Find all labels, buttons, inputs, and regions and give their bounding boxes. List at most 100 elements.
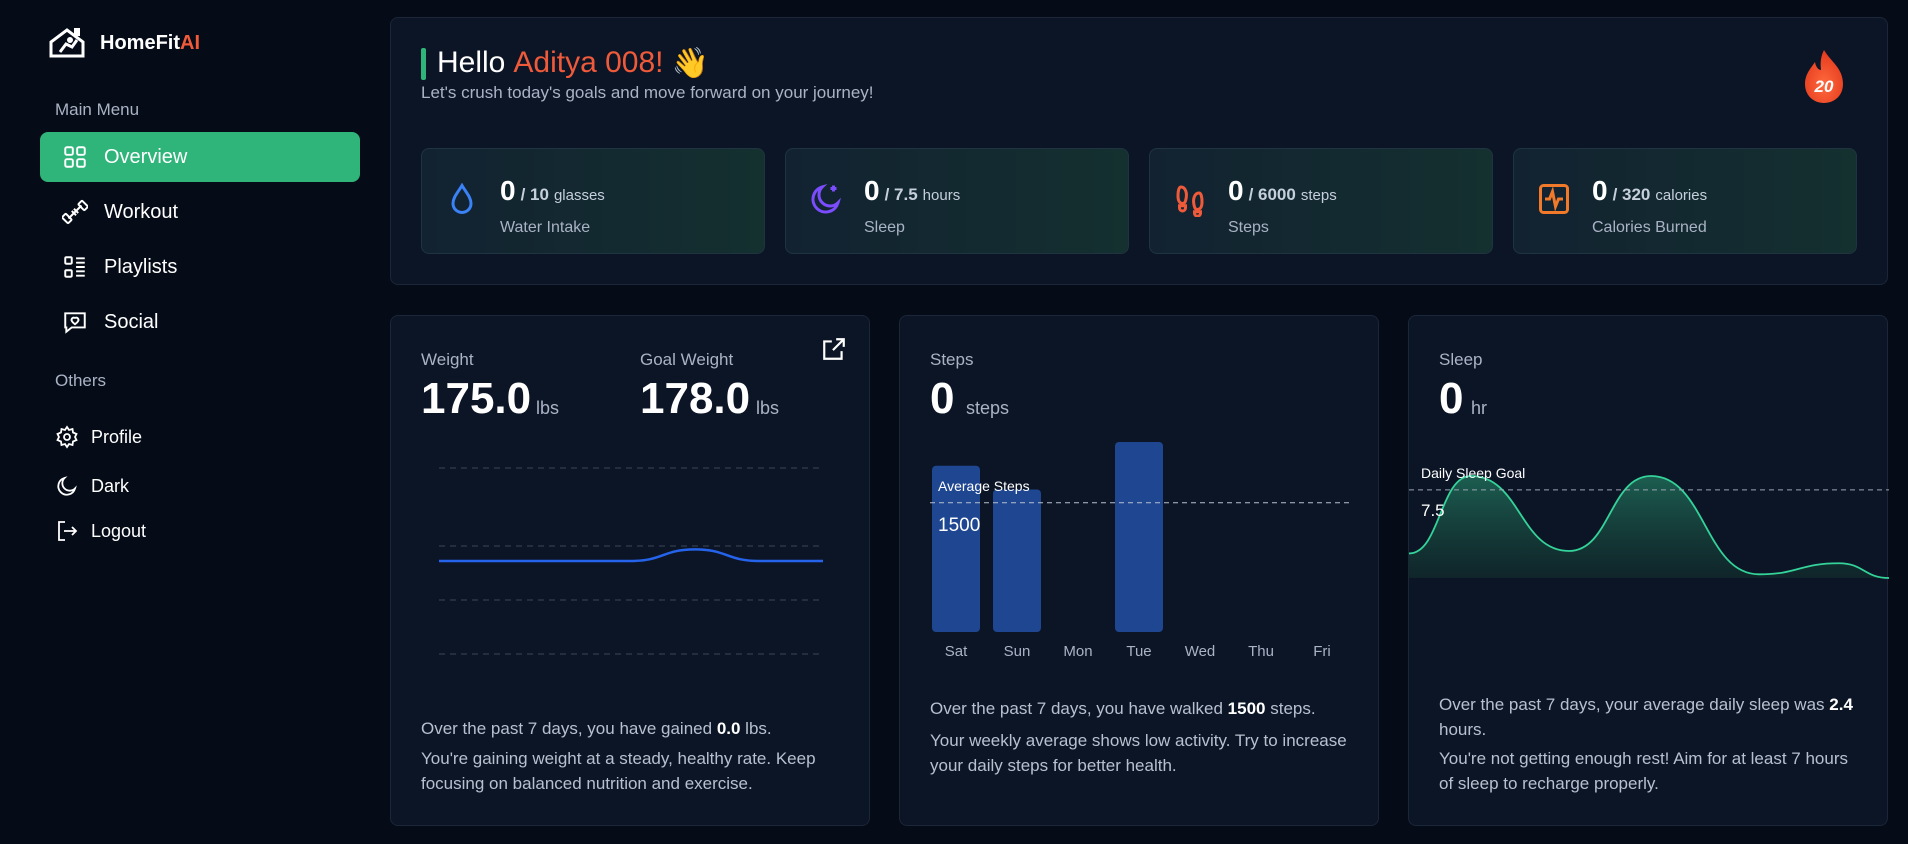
x-tick-label: Sat <box>428 665 451 666</box>
stat-label: Water Intake <box>500 219 591 236</box>
streak-count: 20 <box>1814 77 1834 96</box>
sidebar-item-overview[interactable]: Overview <box>40 132 360 182</box>
steps-bar-chart: Sat Sun Mon Tue Wed Thu Fri Average Steps 1500 <box>930 442 1350 656</box>
stat-unit: hours <box>922 187 961 204</box>
activity-icon <box>1539 184 1569 214</box>
goal-weight-label: Goal Weight <box>640 350 734 369</box>
user-name: Aditya 008! <box>513 46 664 79</box>
x-tick-label: Tue <box>1126 643 1151 656</box>
greeting-panel: Hello Aditya 008! 👋 Let's crush today's … <box>390 17 1888 285</box>
x-tick-label: Fri <box>1313 643 1331 656</box>
brand[interactable]: HomeFitAI <box>48 26 200 60</box>
sleep-unit: hr <box>1471 398 1488 418</box>
sleep-area-chart: Daily Sleep Goal 7.5 <box>1409 465 1889 579</box>
x-tick-label: Wed <box>680 665 711 666</box>
steps-summary: Over the past 7 days, you have walked 15… <box>930 699 1316 718</box>
brand-name: HomeFitAI <box>100 31 200 54</box>
homefit-logo-icon <box>49 28 85 58</box>
water-drop-icon <box>451 182 473 214</box>
footprints-icon <box>1176 185 1204 217</box>
accent-bar <box>421 48 426 80</box>
stat-card-water[interactable]: 0 / 10 glasses Water Intake <box>421 148 765 254</box>
steps-value: 0 <box>930 374 955 423</box>
stat-value-row: 0 / 320 calories <box>1592 175 1707 207</box>
dark-mode-toggle[interactable]: Dark <box>55 474 129 498</box>
x-tick-label: Tue <box>618 665 643 666</box>
stat-unit: calories <box>1655 187 1708 204</box>
stat-goal: / 320 <box>1612 185 1651 204</box>
sleep-average-value: 2.4 <box>1829 695 1853 714</box>
stat-value: 0 <box>864 175 880 206</box>
gear-icon <box>56 425 78 449</box>
external-link-icon[interactable] <box>821 336 847 362</box>
greeting-title: Hello Aditya 008! 👋 <box>437 46 709 80</box>
stat-goal: / 6000 <box>1248 185 1296 204</box>
goal-weight-unit: lbs <box>756 398 780 418</box>
weight-label: Weight <box>421 350 474 369</box>
sleep-value: 0 <box>1439 374 1464 423</box>
grid-icon <box>64 146 86 168</box>
stat-goal: / 10 <box>520 185 549 204</box>
greeting-subtitle: Let's crush today's goals and move forwa… <box>421 83 874 102</box>
moon-stars-icon <box>811 183 842 214</box>
logout-button[interactable]: Logout <box>55 519 146 543</box>
goal-weight-value: 178.0 <box>640 374 751 423</box>
x-tick-label: Mon <box>552 665 581 666</box>
weight-series-line <box>438 548 823 563</box>
stat-value: 0 <box>1592 175 1608 206</box>
step-bar <box>993 489 1041 632</box>
sidebar-item-playlists[interactable]: Playlists <box>40 242 360 292</box>
stat-value-row: 0 / 6000 steps <box>1228 175 1337 207</box>
sidebar-item-social[interactable]: Social <box>40 297 360 347</box>
streak-badge[interactable]: 20 <box>1801 48 1847 104</box>
stat-goal: / 7.5 <box>884 185 918 204</box>
sleep-label: Sleep <box>1439 350 1483 369</box>
steps-unit: steps <box>966 398 1010 418</box>
weight-gain-value: 0.0 <box>716 719 741 738</box>
sleep-goal-label: Daily Sleep Goal <box>1421 465 1525 481</box>
weight-line-chart: Sat Sun Mon Tue Wed Thu Fri <box>428 467 832 666</box>
weight-summary: Over the past 7 days, you have gained 0.… <box>421 719 772 738</box>
x-tick-label: Thu <box>1248 643 1274 656</box>
chat-heart-icon <box>64 312 86 334</box>
profile-link[interactable]: Profile <box>55 425 142 449</box>
stat-label: Steps <box>1228 219 1269 236</box>
stat-card-calories[interactable]: 0 / 320 calories Calories Burned <box>1513 148 1857 254</box>
steps-advice: Your weekly average shows low activity. … <box>930 731 1347 775</box>
steps-card: Steps 0 steps Sat Sun Mon Tue Wed Thu Fri Avera… <box>899 315 1379 826</box>
weight-card: Weight 175.0 lbs Goal Weight 178.0 lbs S… <box>390 315 870 826</box>
x-tick-label: Sun <box>490 665 517 666</box>
dark-label: Dark <box>91 475 130 496</box>
sidebar-item-label: Playlists <box>104 255 178 278</box>
main-menu-label: Main Menu <box>55 100 140 119</box>
logout-icon <box>58 521 78 541</box>
others-label: Others <box>55 371 107 390</box>
stat-unit: glasses <box>553 187 605 204</box>
sidebar-item-label: Social <box>104 310 159 333</box>
steps-label: Steps <box>930 350 974 369</box>
dumbbell-icon <box>62 199 88 225</box>
sleep-summary: Over the past 7 days, your average daily… <box>1439 695 1853 739</box>
x-tick-label: Fri <box>814 665 832 666</box>
wave-icon: 👋 <box>671 47 709 80</box>
stat-unit: steps <box>1300 187 1337 204</box>
sleep-area-fill <box>1409 476 1889 578</box>
average-value: 1500 <box>938 515 980 536</box>
stat-card-sleep[interactable]: 0 / 7.5 hours Sleep <box>785 148 1129 254</box>
sleep-advice: You're not getting enough rest! Aim for … <box>1439 749 1848 793</box>
x-tick-label: Sat <box>945 643 968 656</box>
moon-icon <box>57 476 77 496</box>
profile-label: Profile <box>91 426 143 447</box>
sleep-card: Sleep 0 hr Daily Sleep Goal 7.5 Over the … <box>1408 315 1889 826</box>
sleep-goal-value: 7.5 <box>1421 501 1445 520</box>
x-tick-label: Wed <box>1185 643 1216 656</box>
weight-unit: lbs <box>536 398 560 418</box>
weight-value: 175.0 <box>421 374 532 423</box>
logout-label: Logout <box>91 520 147 541</box>
stat-value: 0 <box>1228 175 1244 206</box>
stat-value-row: 0 / 7.5 hours <box>864 175 960 207</box>
stat-label: Calories Burned <box>1592 219 1707 236</box>
stat-card-steps[interactable]: 0 / 6000 steps Steps <box>1149 148 1493 254</box>
sidebar-item-workout[interactable]: Workout <box>40 187 360 237</box>
average-label: Average Steps <box>938 478 1030 494</box>
